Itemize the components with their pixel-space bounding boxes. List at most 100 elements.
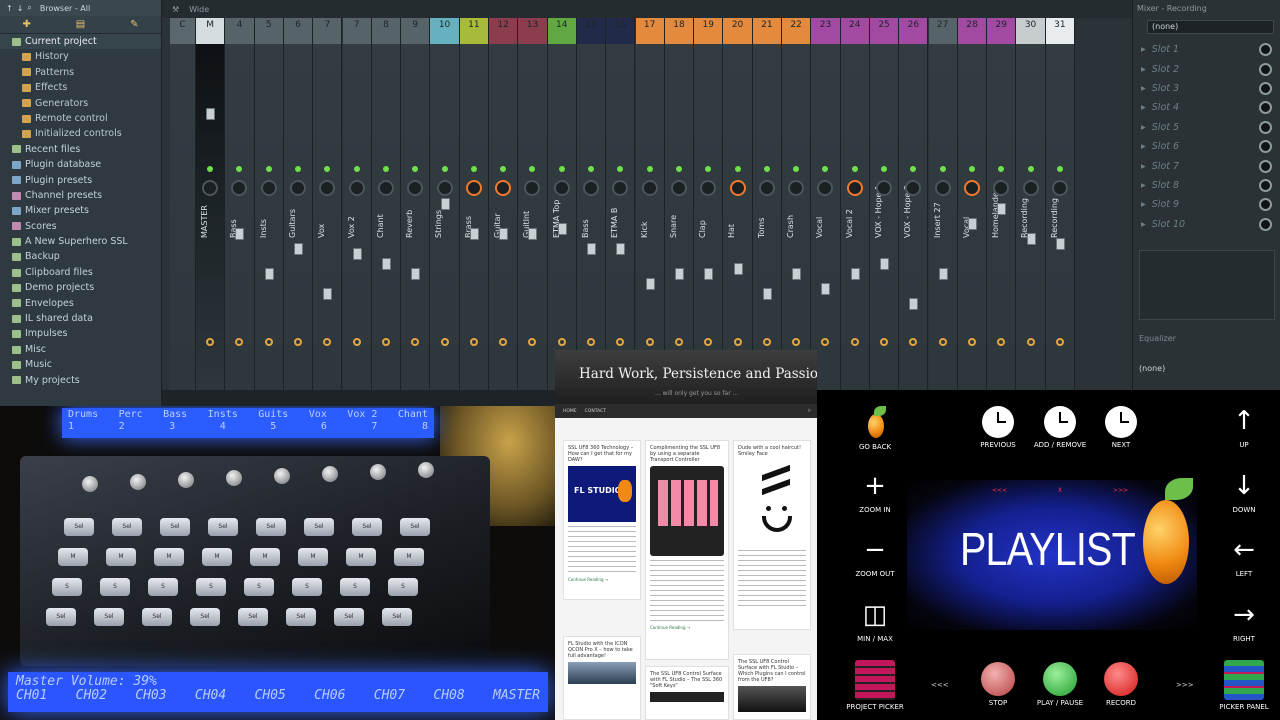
volume-fader[interactable] <box>1026 233 1036 245</box>
rotary-encoder[interactable] <box>322 466 338 482</box>
channel-button[interactable]: Sel <box>304 518 334 536</box>
next-button[interactable]: NEXT <box>1086 406 1156 449</box>
mixer-strip[interactable]: 30 Recording <box>1016 18 1046 390</box>
volume-fader[interactable] <box>733 263 743 275</box>
route-knob[interactable] <box>294 338 303 346</box>
channel-button[interactable]: Sel <box>112 518 142 536</box>
browser-item[interactable]: Patterns <box>0 65 161 80</box>
channel-button[interactable]: M <box>106 548 136 566</box>
route-knob[interactable] <box>557 338 566 346</box>
browser-item[interactable]: IL shared data <box>0 311 161 326</box>
channel-button[interactable]: Sel <box>352 518 382 536</box>
mute-led[interactable] <box>851 166 858 172</box>
volume-fader[interactable] <box>674 268 684 280</box>
input-route-select[interactable]: (none) <box>1147 20 1274 34</box>
route-knob[interactable] <box>997 338 1006 346</box>
nav-prev[interactable]: <<< <box>992 487 1007 494</box>
stop-button[interactable]: STOP <box>963 662 1033 707</box>
effect-slot[interactable]: ▸ Slot 8 <box>1133 176 1280 195</box>
slot-mix-knob[interactable] <box>1259 62 1272 76</box>
browser-item[interactable]: Initialized controls <box>0 126 161 141</box>
left-button[interactable]: ← LEFT <box>1209 535 1279 578</box>
mixer-strip[interactable]: 26 VOX - Hope 2 <box>899 18 929 390</box>
equalizer-graph[interactable] <box>1139 250 1275 320</box>
mixer-strip[interactable]: 12 Guitar <box>489 18 519 390</box>
pan-knob[interactable] <box>846 180 863 196</box>
pan-knob[interactable] <box>553 180 570 196</box>
output-route-select[interactable]: (none) <box>1139 364 1275 378</box>
mute-led[interactable] <box>441 166 448 172</box>
route-knob[interactable] <box>704 338 713 346</box>
pan-knob[interactable] <box>993 180 1010 196</box>
mixer-strip[interactable]: 17 Kick <box>635 18 665 390</box>
mixer-strip[interactable]: 6 Guitars <box>283 18 314 390</box>
route-knob[interactable] <box>792 338 801 346</box>
mixer-strip[interactable]: 31 Recording <box>1045 18 1075 390</box>
rotary-encoder[interactable] <box>370 464 386 480</box>
mixer-strip[interactable]: C <box>170 18 196 390</box>
route-knob[interactable] <box>469 338 478 346</box>
channel-button[interactable]: S <box>292 578 322 596</box>
volume-fader[interactable] <box>850 268 860 280</box>
effect-slot[interactable]: ▸ Slot 1 <box>1133 40 1280 59</box>
blog-card[interactable]: Complimenting the SSL UF8 by using a sep… <box>645 440 729 660</box>
blog-card[interactable]: SSL UF8 360 Technology – How can I get t… <box>563 440 641 600</box>
mute-led[interactable] <box>353 166 360 172</box>
continue-reading-link[interactable]: Continue Reading → <box>568 577 636 582</box>
mixer-strip[interactable]: 21 Toms <box>752 18 782 390</box>
pan-knob[interactable] <box>436 180 453 196</box>
expand-icon[interactable]: ▸ <box>1141 141 1146 152</box>
arrow-down-icon[interactable]: ↓ <box>17 4 24 13</box>
arrow-up-icon[interactable]: ↑ <box>6 4 13 13</box>
volume-fader[interactable] <box>821 283 831 295</box>
pan-knob[interactable] <box>202 180 219 196</box>
browser-item[interactable]: Backup <box>0 249 161 264</box>
channel-button[interactable]: M <box>298 548 328 566</box>
nav-close[interactable]: X <box>1058 487 1062 494</box>
pan-knob[interactable] <box>670 180 687 196</box>
mixer-strip[interactable]: 25 VOX - Hope 1 <box>869 18 900 390</box>
pan-knob[interactable] <box>641 180 658 196</box>
search-icon[interactable]: ⌕ <box>808 407 811 415</box>
browser-item[interactable]: Plugin presets <box>0 173 161 188</box>
volume-fader[interactable] <box>967 218 977 230</box>
browser-item[interactable]: Channel presets <box>0 188 161 203</box>
pan-knob[interactable] <box>700 180 717 196</box>
mixer-strip[interactable]: 24 Vocal 2 <box>840 18 870 390</box>
route-knob[interactable] <box>938 338 947 346</box>
nav-contact[interactable]: CONTACT <box>585 409 606 414</box>
volume-fader[interactable] <box>381 258 391 270</box>
volume-fader[interactable] <box>645 278 655 290</box>
volume-fader[interactable] <box>294 243 304 255</box>
mixer-strip[interactable]: 28 Vocal <box>957 18 988 390</box>
mixer-strip[interactable]: 8 Chant <box>371 18 402 390</box>
volume-fader[interactable] <box>469 228 479 240</box>
expand-icon[interactable]: ▸ <box>1141 83 1146 94</box>
slot-mix-knob[interactable] <box>1259 43 1272 57</box>
volume-fader[interactable] <box>704 268 714 280</box>
volume-fader[interactable] <box>762 288 772 300</box>
route-knob[interactable] <box>645 338 654 346</box>
pan-knob[interactable] <box>876 180 893 196</box>
blog-card[interactable]: The SSL UF8 Control Surface with FL Stud… <box>645 666 729 720</box>
project-picker-button[interactable]: PROJECT PICKER <box>840 660 910 711</box>
channel-button[interactable]: M <box>154 548 184 566</box>
pan-knob[interactable] <box>583 180 600 196</box>
previous-button[interactable]: PREVIOUS <box>963 406 1033 449</box>
volume-fader[interactable] <box>352 248 362 260</box>
nav-home[interactable]: HOME <box>563 409 577 414</box>
expand-icon[interactable]: ▸ <box>1141 102 1146 113</box>
search-icon[interactable]: ⌕ <box>27 3 31 13</box>
go-back-button[interactable]: GO BACK <box>840 406 910 451</box>
mute-led[interactable] <box>265 166 272 172</box>
mute-led[interactable] <box>1027 166 1034 172</box>
mixer-strip[interactable]: 15 Bass <box>576 18 607 390</box>
channel-button[interactable]: S <box>244 578 274 596</box>
route-knob[interactable] <box>850 338 859 346</box>
channel-button[interactable]: Sel <box>64 518 94 536</box>
channel-button[interactable]: S <box>100 578 130 596</box>
volume-fader[interactable] <box>1055 238 1065 250</box>
browser-item[interactable]: Impulses <box>0 326 161 341</box>
pan-knob[interactable] <box>377 180 394 196</box>
effect-slot[interactable]: ▸ Slot 5 <box>1133 118 1280 137</box>
